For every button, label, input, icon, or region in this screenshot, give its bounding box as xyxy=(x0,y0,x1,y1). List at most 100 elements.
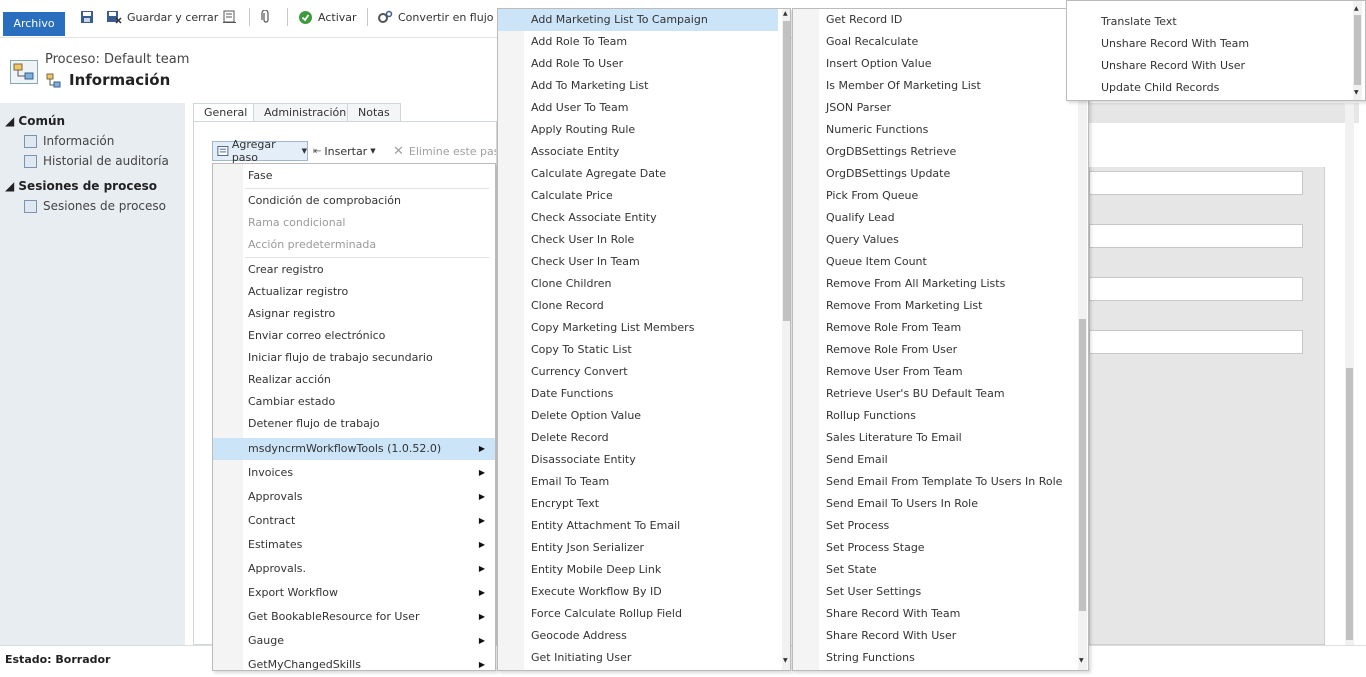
menu-item-workflow-tool[interactable]: Associate Entity xyxy=(498,141,778,163)
menu-item-workflow-tool[interactable]: Copy Marketing List Members xyxy=(498,317,778,339)
menu-item-workflow-tool[interactable]: Clone Children xyxy=(498,273,778,295)
menu-scrollbar[interactable]: ▼ xyxy=(1078,9,1087,670)
menu-item-workflow-tool[interactable]: Goal Recalculate xyxy=(793,31,1076,53)
property-field[interactable] xyxy=(1089,171,1303,195)
menu-item-submenu[interactable]: Approvals ▶ xyxy=(213,486,495,508)
menu-item-workflow-tool[interactable]: Entity Attachment To Email xyxy=(498,515,778,537)
print-button[interactable] xyxy=(222,8,238,26)
nav-item-audit[interactable]: Historial de auditoría xyxy=(24,154,169,168)
menu-scrollbar-thumb[interactable] xyxy=(783,21,790,321)
menu-item-workflow-tool[interactable]: Execute Workflow By ID xyxy=(498,581,778,603)
scroll-up-icon[interactable]: ▲ xyxy=(783,10,788,17)
activate-button[interactable]: Activar xyxy=(298,8,357,26)
menu-item-workflow-tool[interactable]: Remove Role From Team xyxy=(793,317,1076,339)
menu-item-submenu[interactable]: Contract ▶ xyxy=(213,510,495,532)
menu-item-condition[interactable]: Condición de comprobación xyxy=(213,190,495,212)
menu-item-workflow-tool[interactable]: Share Record With User xyxy=(793,625,1076,647)
menu-item-workflow-tool[interactable]: Send Email To Users In Role xyxy=(793,493,1076,515)
menu-item-workflow-tool[interactable]: Disassociate Entity xyxy=(498,449,778,471)
menu-item-workflow-tool[interactable]: Qualify Lead xyxy=(793,207,1076,229)
menu-scrollbar-thumb[interactable] xyxy=(1354,15,1361,85)
menu-item-submenu[interactable]: Estimates ▶ xyxy=(213,534,495,556)
menu-item-action[interactable]: Iniciar flujo de trabajo secundario xyxy=(213,347,495,369)
menu-item-submenu[interactable]: Get BookableResource for User ▶ xyxy=(213,606,495,628)
scroll-down-icon[interactable]: ▼ xyxy=(1079,657,1084,664)
add-step-button[interactable]: Agregar paso ▼ xyxy=(212,138,308,164)
menu-item-workflow-tool[interactable]: Calculate Agregate Date xyxy=(498,163,778,185)
menu-scrollbar[interactable]: ▲ ▼ xyxy=(782,9,790,670)
menu-item-action[interactable]: Asignar registro xyxy=(213,303,495,325)
menu-item-submenu[interactable]: Export Workflow ▶ xyxy=(213,582,495,604)
menu-item-action[interactable]: Cambiar estado xyxy=(213,391,495,413)
menu-item-workflow-tool[interactable]: Force Calculate Rollup Field xyxy=(498,603,778,625)
menu-item-workflow-tool[interactable]: OrgDBSettings Update xyxy=(793,163,1076,185)
nav-section-sessions[interactable]: ◢ Sesiones de proceso xyxy=(5,179,157,193)
menu-item-workflow-tool[interactable]: Entity Mobile Deep Link xyxy=(498,559,778,581)
menu-item-workflow-tool[interactable]: Add Role To User xyxy=(498,53,778,75)
menu-item-workflow-tool[interactable]: Share Record With Team xyxy=(793,603,1076,625)
menu-item-workflow-tool[interactable]: Translate Text xyxy=(1067,11,1352,33)
page-scrollbar[interactable] xyxy=(1345,103,1354,645)
menu-item-submenu[interactable]: Invoices ▶ xyxy=(213,462,495,484)
property-field[interactable] xyxy=(1089,330,1303,354)
menu-item-workflow-tool[interactable]: Get Initiating User xyxy=(498,647,778,669)
menu-item-workflow-tool[interactable]: Rollup Functions xyxy=(793,405,1076,427)
menu-item-workflow-tool[interactable]: Apply Routing Rule xyxy=(498,119,778,141)
menu-item-workflow-tool[interactable]: Sales Literature To Email xyxy=(793,427,1076,449)
menu-item-workflow-tool[interactable]: Delete Record xyxy=(498,427,778,449)
menu-item-workflow-tool[interactable]: Is Member Of Marketing List xyxy=(793,75,1076,97)
menu-item-action[interactable]: Actualizar registro xyxy=(213,281,495,303)
menu-item-workflow-tool[interactable]: Currency Convert xyxy=(498,361,778,383)
menu-item-action[interactable]: Detener flujo de trabajo xyxy=(213,413,495,435)
menu-item-workflow-tool[interactable]: Email To Team xyxy=(498,471,778,493)
menu-item-workflow-tool[interactable]: Add To Marketing List xyxy=(498,75,778,97)
nav-item-sessions[interactable]: Sesiones de proceso xyxy=(24,199,166,213)
menu-item-workflow-tool[interactable]: Entity Json Serializer xyxy=(498,537,778,559)
menu-item-workflow-tool[interactable]: Geocode Address xyxy=(498,625,778,647)
menu-scrollbar-thumb[interactable] xyxy=(1079,319,1086,611)
menu-item-workflow-tool[interactable]: Delete Option Value xyxy=(498,405,778,427)
delete-step-button[interactable]: ✕ Elimine este paso xyxy=(393,141,496,161)
menu-item-workflow-tool[interactable]: Calculate Price xyxy=(498,185,778,207)
convert-button[interactable]: Convertir en flujo de xyxy=(377,8,511,26)
menu-item-workflow-tool[interactable]: Unshare Record With User xyxy=(1067,55,1352,77)
menu-item-workflow-tool[interactable]: Queue Item Count xyxy=(793,251,1076,273)
menu-item-submenu[interactable]: Gauge ▶ xyxy=(213,630,495,652)
menu-item-workflow-tool[interactable]: Unshare Record With Team xyxy=(1067,33,1352,55)
scroll-down-icon[interactable]: ▼ xyxy=(1354,89,1359,96)
menu-item-workflow-tool[interactable]: Set Process xyxy=(793,515,1076,537)
menu-item-workflow-tool[interactable]: Clone Record xyxy=(498,295,778,317)
tab-general[interactable]: General xyxy=(193,103,259,122)
menu-item-workflow-tool[interactable]: Add Marketing List To Campaign xyxy=(498,9,778,31)
menu-item-condition[interactable]: Rama condicional xyxy=(213,212,495,234)
menu-item-workflow-tool[interactable]: Add User To Team xyxy=(498,97,778,119)
scroll-up-icon[interactable]: ▲ xyxy=(1354,5,1359,12)
menu-item-workflow-tool[interactable]: Remove From All Marketing Lists xyxy=(793,273,1076,295)
menu-item-workflow-tool[interactable]: Copy To Static List xyxy=(498,339,778,361)
menu-item-submenu[interactable]: Approvals. ▶ xyxy=(213,558,495,580)
scroll-down-icon[interactable]: ▼ xyxy=(783,657,788,664)
save-close-button[interactable]: Guardar y cerrar xyxy=(106,8,218,26)
menu-item-workflow-tool[interactable]: Check Associate Entity xyxy=(498,207,778,229)
nav-section-common[interactable]: ◢ Común xyxy=(5,114,65,128)
tab-administration[interactable]: Administración xyxy=(253,103,358,122)
property-field[interactable] xyxy=(1089,224,1303,248)
menu-item-submenu[interactable]: msdyncrmWorkflowTools (1.0.52.0) ▶ xyxy=(213,438,495,460)
menu-item-workflow-tool[interactable]: Check User In Team xyxy=(498,251,778,273)
menu-item-workflow-tool[interactable]: Check User In Role xyxy=(498,229,778,251)
menu-item-stage[interactable]: Fase xyxy=(213,165,495,187)
menu-item-action[interactable]: Crear registro xyxy=(213,259,495,281)
menu-item-workflow-tool[interactable]: Set State xyxy=(793,559,1076,581)
insert-button[interactable]: ⇤ Insertar ▼ xyxy=(313,141,376,161)
menu-item-workflow-tool[interactable]: Date Functions xyxy=(498,383,778,405)
menu-item-workflow-tool[interactable]: Remove User From Team xyxy=(793,361,1076,383)
menu-item-workflow-tool[interactable]: Set Process Stage xyxy=(793,537,1076,559)
menu-scrollbar[interactable]: ▲ ▼ xyxy=(1353,1,1362,100)
menu-item-workflow-tool[interactable]: String Functions xyxy=(793,647,1076,669)
menu-item-workflow-tool[interactable]: JSON Parser xyxy=(793,97,1076,119)
menu-item-workflow-tool[interactable]: Remove Role From User xyxy=(793,339,1076,361)
menu-item-workflow-tool[interactable]: Remove From Marketing List xyxy=(793,295,1076,317)
nav-item-info[interactable]: Información xyxy=(24,134,114,148)
file-button[interactable]: Archivo xyxy=(3,12,65,36)
menu-item-workflow-tool[interactable]: Retrieve User's BU Default Team xyxy=(793,383,1076,405)
